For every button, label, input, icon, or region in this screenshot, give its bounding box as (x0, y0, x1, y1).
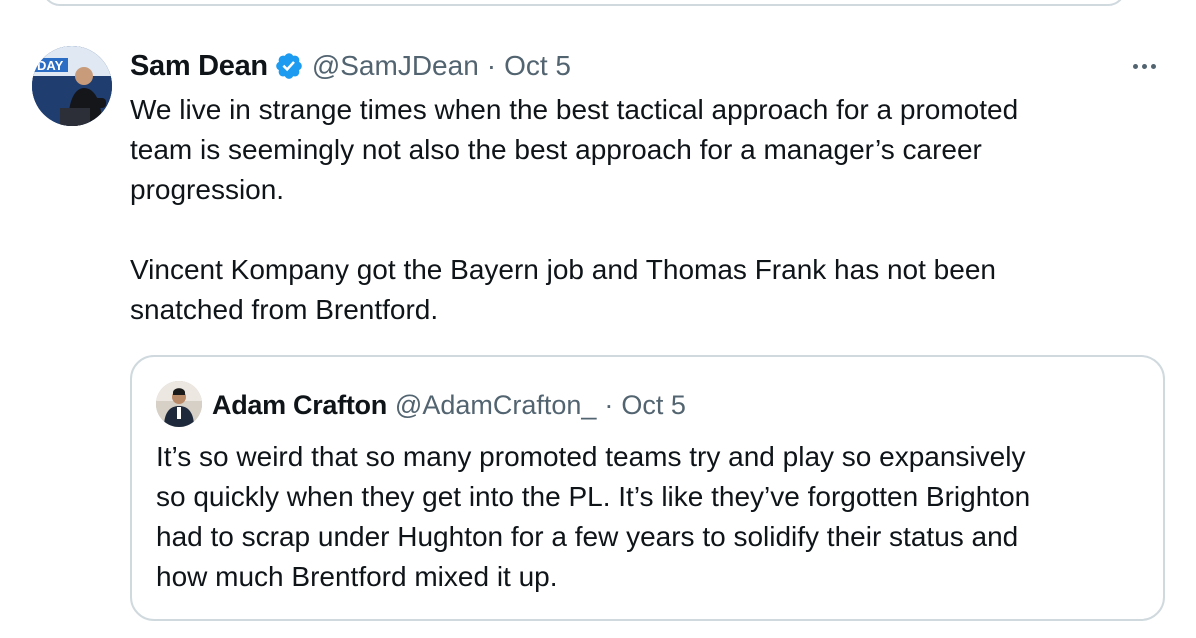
tweet-date[interactable]: Oct 5 (504, 50, 571, 82)
tweet-text: We live in strange times when the best t… (130, 90, 1150, 330)
quoted-header-separator: · (604, 389, 614, 420)
quoted-author-name[interactable]: Adam Crafton (212, 390, 387, 421)
author-handle[interactable]: @SamJDean (312, 50, 479, 82)
tweet-header: Sam Dean @SamJDean · Oct 5 (130, 46, 571, 86)
author-name[interactable]: Sam Dean (130, 50, 268, 83)
quoted-author-handle[interactable]: @AdamCrafton_ (395, 390, 597, 421)
tweet[interactable]: DAY Sam Dean @SamJDean · Oct 5 We live i… (0, 0, 1196, 638)
verified-badge-icon[interactable] (274, 51, 304, 81)
header-separator: · (486, 50, 497, 81)
tweet-paragraph: We live in strange times when the best t… (130, 94, 1019, 205)
quoted-author-avatar[interactable] (156, 381, 202, 427)
quoted-tweet-date[interactable]: Oct 5 (621, 390, 686, 421)
quoted-tweet-text: It’s so weird that so many promoted team… (156, 441, 1031, 592)
avatar-badge-text: DAY (37, 58, 64, 73)
more-horizontal-icon[interactable] (1124, 54, 1164, 78)
tweet-paragraph: Vincent Kompany got the Bayern job and T… (130, 254, 996, 325)
quoted-tweet-card[interactable]: Adam Crafton @AdamCrafton_ · Oct 5 It’s … (130, 355, 1165, 621)
author-avatar[interactable]: DAY (32, 46, 112, 126)
quoted-tweet-header: Adam Crafton @AdamCrafton_ · Oct 5 (212, 387, 686, 423)
